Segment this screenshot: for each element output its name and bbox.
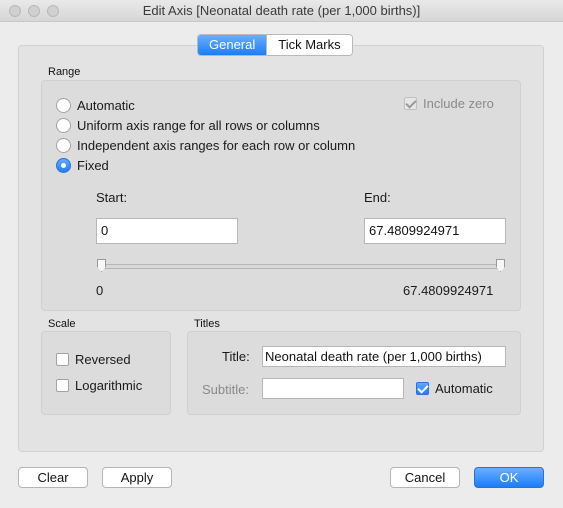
subtitle-input[interactable] (262, 378, 404, 399)
radio-automatic[interactable]: Automatic (56, 96, 135, 114)
tab-general[interactable]: General (198, 35, 267, 55)
include-zero-check-icon[interactable] (404, 97, 417, 110)
radio-automatic-circle[interactable] (56, 97, 71, 113)
logarithmic-label: Logarithmic (75, 378, 143, 393)
reversed-checkbox[interactable]: Reversed (56, 352, 131, 367)
include-zero-label: Include zero (423, 96, 494, 111)
start-label: Start: (96, 190, 128, 205)
radio-uniform-circle[interactable] (56, 117, 71, 133)
slider-min-label: 0 (96, 283, 104, 298)
range-slider-track[interactable] (99, 264, 503, 269)
range-group-label: Range (48, 66, 81, 78)
cancel-button[interactable]: Cancel (390, 467, 460, 488)
automatic-subtitle-label: Automatic (435, 381, 493, 396)
title-field-label: Title: (222, 349, 250, 364)
tab-tick-marks[interactable]: Tick Marks (266, 35, 352, 55)
logarithmic-check-icon[interactable] (56, 379, 69, 392)
slider-max-label: 67.4809924971 (403, 283, 494, 298)
ok-button[interactable]: OK (474, 467, 544, 488)
title-input[interactable]: Neonatal death rate (per 1,000 births) (262, 346, 506, 367)
title-bar: Edit Axis [Neonatal death rate (per 1,00… (0, 0, 563, 22)
radio-uniform-label: Uniform axis range for all rows or colum… (77, 117, 320, 133)
logarithmic-checkbox[interactable]: Logarithmic (56, 378, 142, 393)
radio-independent[interactable]: Independent axis ranges for each row or … (56, 136, 355, 154)
radio-fixed-label: Fixed (77, 157, 109, 173)
subtitle-field-label: Subtitle: (202, 382, 249, 397)
reversed-label: Reversed (75, 352, 131, 367)
clear-button[interactable]: Clear (18, 467, 88, 488)
automatic-check-icon[interactable] (416, 382, 429, 395)
radio-fixed[interactable]: Fixed (56, 156, 109, 174)
apply-button[interactable]: Apply (102, 467, 172, 488)
titles-group-box (187, 331, 521, 415)
start-input[interactable]: 0 (96, 218, 238, 244)
radio-uniform[interactable]: Uniform axis range for all rows or colum… (56, 116, 320, 134)
tab-bar: General Tick Marks (197, 34, 353, 56)
scale-group-box (41, 331, 171, 415)
edit-axis-dialog: Edit Axis [Neonatal death rate (per 1,00… (0, 0, 563, 508)
end-input[interactable]: 67.4809924971 (364, 218, 506, 244)
radio-independent-label: Independent axis ranges for each row or … (77, 137, 356, 153)
include-zero-checkbox[interactable]: Include zero (404, 96, 494, 111)
radio-automatic-label: Automatic (77, 97, 135, 113)
radio-independent-circle[interactable] (56, 137, 71, 153)
radio-fixed-circle[interactable] (56, 157, 71, 173)
titles-group-label: Titles (194, 318, 220, 330)
automatic-subtitle-checkbox[interactable]: Automatic (416, 381, 493, 396)
window-title: Edit Axis [Neonatal death rate (per 1,00… (142, 3, 421, 18)
reversed-check-icon[interactable] (56, 353, 69, 366)
end-label: End: (364, 190, 391, 205)
scale-group-label: Scale (48, 318, 76, 330)
